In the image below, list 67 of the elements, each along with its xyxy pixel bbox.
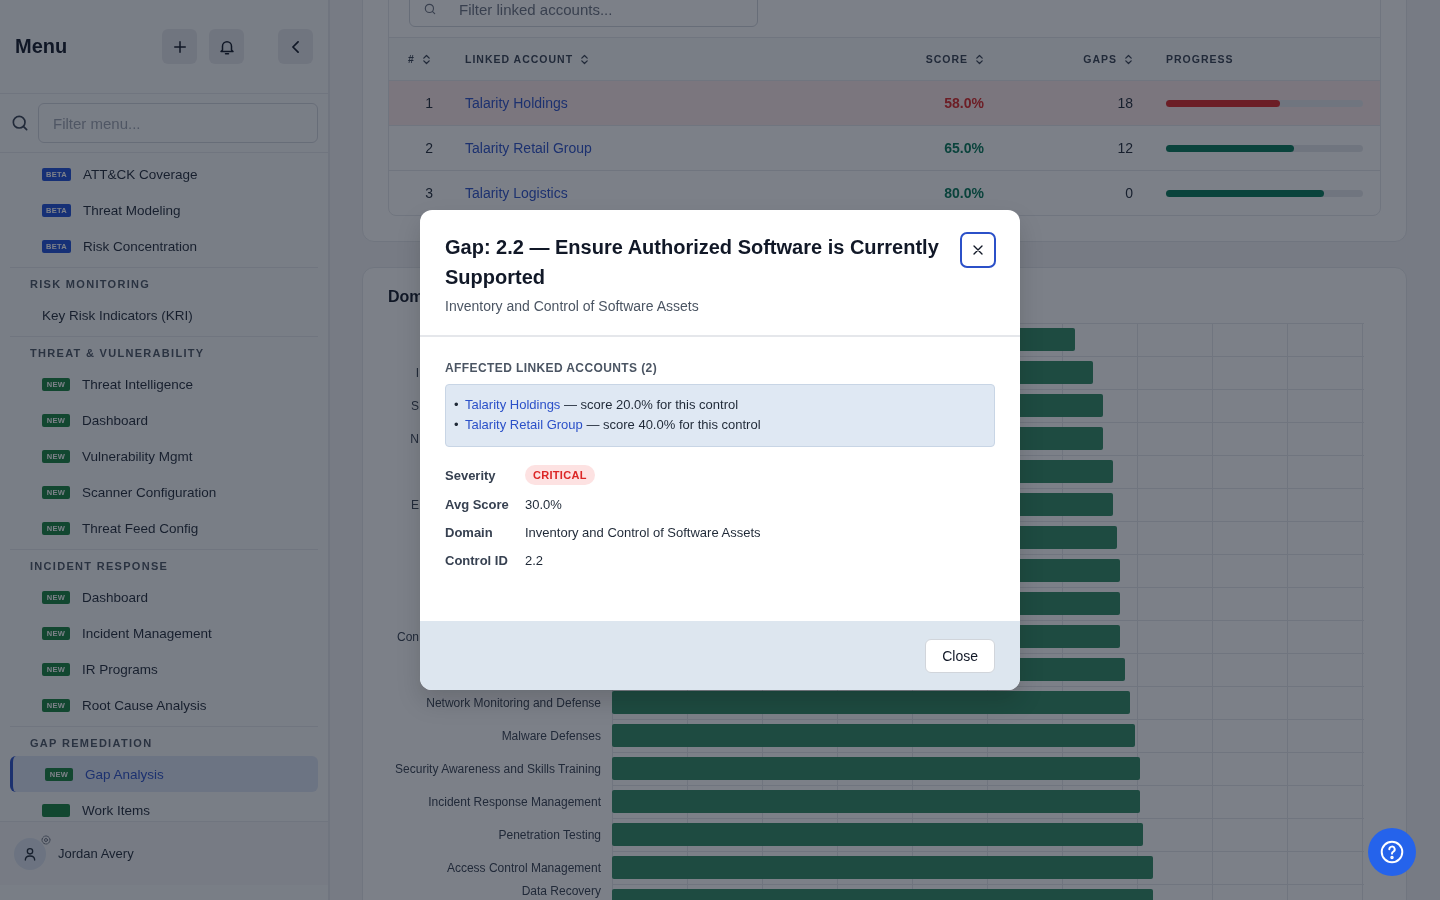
axis-label: Incident Response Management <box>428 794 601 809</box>
account-link[interactable]: Talarity Logistics <box>465 185 568 201</box>
account-filter-field[interactable]: Filter linked accounts... <box>409 0 758 27</box>
chevron-left-icon <box>292 40 299 53</box>
section-heading: AFFECTED LINKED ACCOUNTS (2) <box>445 361 659 375</box>
close-button[interactable]: Close <box>925 638 995 673</box>
axis-label: Security Awareness and Skills Training <box>395 761 601 776</box>
collapse-sidebar-button[interactable] <box>278 29 313 64</box>
column-header[interactable]: PROGRESS <box>1152 53 1380 65</box>
section-heading: GAP REMEDIATION <box>29 736 154 751</box>
table-cell-text: 18 <box>1116 95 1134 111</box>
section-heading: THREAT & VULNERABILITY <box>29 346 206 361</box>
detail-label: Control ID <box>445 551 509 570</box>
avatar[interactable] <box>14 837 46 870</box>
bullet: • <box>454 416 460 434</box>
search-icon <box>10 113 30 133</box>
account-link[interactable]: Talarity Retail Group <box>465 140 592 156</box>
axis-label: E <box>411 497 419 512</box>
table-cell-text: 2 <box>424 140 434 156</box>
account-link[interactable]: Talarity Holdings <box>465 95 568 111</box>
sidebar-item[interactable]: Work Items <box>10 792 318 821</box>
search-icon <box>423 2 437 16</box>
table-cell-text: 3 <box>424 185 434 201</box>
detail-value: 30.0% <box>525 496 562 512</box>
axis-label: N <box>410 431 419 446</box>
account-link[interactable]: Talarity Holdings <box>465 397 561 412</box>
account-list-item: • Talarity Holdings — score 20.0% for this control <box>454 395 739 415</box>
section-heading: RISK MONITORING <box>29 277 152 292</box>
gear-icon <box>40 833 52 846</box>
axis-label: Access Control Management <box>446 860 601 875</box>
axis-label: Network Monitoring and Defense <box>426 695 601 710</box>
section-heading: INCIDENT RESPONSE <box>29 559 170 574</box>
help-icon <box>1379 839 1405 865</box>
detail-label: Domain <box>445 523 494 542</box>
sidebar-item[interactable]: Key Risk Indicators (KRI) <box>10 297 318 333</box>
account-list-item: • Talarity Retail Group — score 40.0% for this control <box>454 415 761 435</box>
notifications-button[interactable] <box>209 29 244 64</box>
menu-title: Menu <box>15 35 69 58</box>
table-cell-text: 1 <box>424 95 434 111</box>
table-cell-text: 12 <box>1116 140 1134 156</box>
column-header[interactable]: GAPS <box>1002 53 1152 65</box>
column-header[interactable]: LINKED ACCOUNT <box>451 53 852 65</box>
axis-label: Malware Defenses <box>501 728 601 743</box>
table-cell-text: 0 <box>1124 185 1134 201</box>
detail-label: Severity <box>445 466 497 485</box>
detail-label: Avg Score <box>445 495 510 514</box>
score-cell-text: 80.0% <box>943 185 985 201</box>
account-link[interactable]: Talarity Retail Group <box>465 417 583 432</box>
user-name: Jordan Avery <box>58 846 134 861</box>
column-header[interactable]: # <box>389 53 451 65</box>
axis-label: Con <box>397 629 419 644</box>
severity-tag: CRITICAL <box>525 465 595 485</box>
detail-value: 2.2 <box>525 552 544 568</box>
person-icon <box>22 845 38 862</box>
dialog-title: Gap: 2.2 — Ensure Authorized Software is Currently Supported <box>445 235 940 290</box>
detail-value: Inventory and Control of Software Assets <box>525 524 761 540</box>
axis-label: S <box>411 398 419 413</box>
score-cell-text: 65.0% <box>943 140 985 156</box>
axis-label: Penetration Testing <box>498 827 601 842</box>
dialog-subtitle: Inventory and Control of Software Assets <box>445 298 700 314</box>
axis-label: Data Recovery <box>521 884 601 898</box>
score-cell-text: 58.0% <box>943 95 985 111</box>
column-header[interactable]: SCORE <box>852 53 1002 65</box>
axis-label: I <box>415 365 419 380</box>
close-button[interactable] <box>960 232 996 268</box>
add-button[interactable] <box>162 29 197 64</box>
bullet: • <box>454 396 460 414</box>
